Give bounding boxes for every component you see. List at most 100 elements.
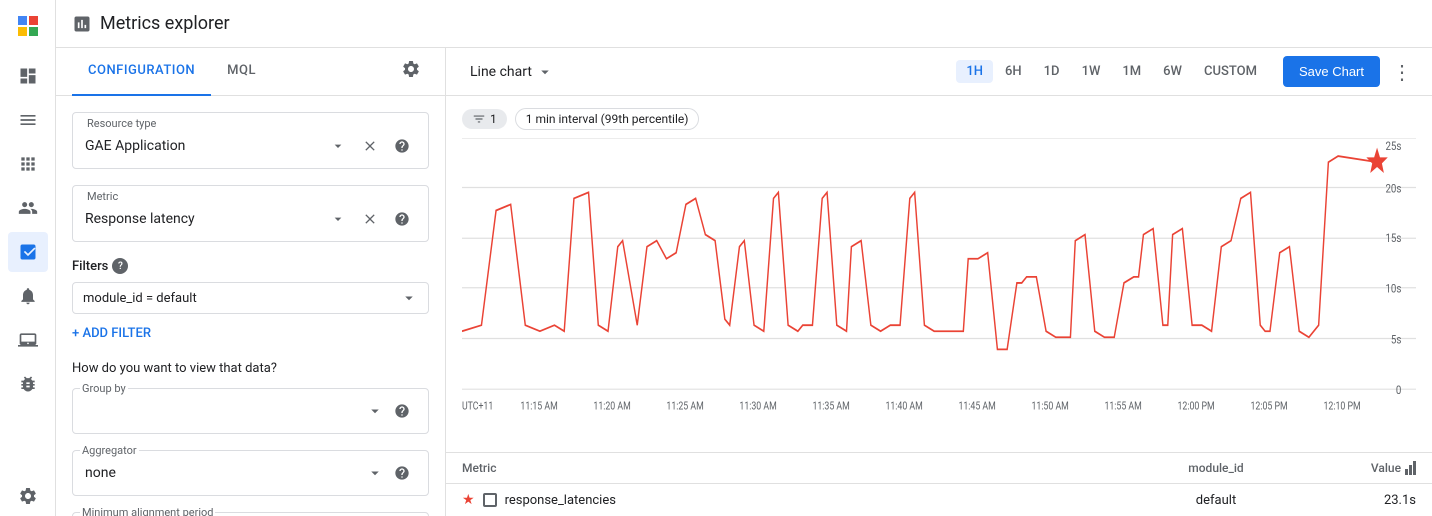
time-btn-1w[interactable]: 1W [1072,60,1111,83]
resource-type-field: Resource type GAE Application [72,112,429,169]
row-star-icon: ★ [462,492,475,508]
legend-row: ★ response_latencies default 23.1s [446,484,1432,516]
svg-text:25s: 25s [1385,139,1401,153]
filter-chevron-icon [400,289,418,307]
metric-row: Response latency [85,205,416,233]
main-content: Metrics explorer CONFIGURATION MQL Resou… [56,0,1432,516]
aggregator-select[interactable]: Aggregator none [72,450,429,496]
tab-configuration[interactable]: CONFIGURATION [72,48,211,96]
sidebar-monitor-icon[interactable] [8,320,48,360]
metric-field: Metric Response latency [72,185,429,242]
topbar-icon [72,14,92,34]
alignment-label: Minimum alignment period [80,506,215,516]
svg-text:10s: 10s [1385,282,1401,296]
svg-text:0: 0 [1396,383,1401,397]
legend-col-metric: Metric [462,461,1116,475]
time-btn-1m[interactable]: 1M [1112,60,1151,83]
time-btn-custom[interactable]: CUSTOM [1194,60,1267,83]
legend-metric-header: Metric [462,461,1116,475]
metric-clear-icon[interactable] [356,205,384,233]
resource-type-clear-icon[interactable] [356,132,384,160]
topbar: Metrics explorer [56,0,1432,48]
aggregator-label: Aggregator [80,444,139,457]
form-section: Resource type GAE Application [56,96,445,516]
svg-text:11:50 AM: 11:50 AM [1031,401,1068,413]
app-logo [10,8,46,44]
filters-help-icon[interactable]: ? [112,258,128,274]
sidebar-people-icon[interactable] [8,188,48,228]
svg-text:11:40 AM: 11:40 AM [885,401,922,413]
sidebar-dashboard-icon[interactable] [8,56,48,96]
settings-gear-icon[interactable] [393,51,429,92]
resource-type-help-icon[interactable] [388,132,416,160]
metric-help-icon[interactable] [388,205,416,233]
tab-mql[interactable]: MQL [211,48,272,96]
resource-type-label: Resource type [85,117,416,130]
svg-text:11:20 AM: 11:20 AM [593,401,630,413]
svg-text:UTC+11: UTC+11 [462,401,493,413]
svg-text:11:25 AM: 11:25 AM [666,401,703,413]
content-area: CONFIGURATION MQL Resource type GAE Appl… [56,48,1432,516]
filters-header: Filters ? [72,258,429,274]
more-options-button[interactable]: ⋮ [1388,56,1416,88]
view-data-title: How do you want to view that data? [72,361,429,376]
chart-container: 0 5s 10s 15s 20s 25s UTC+11 11:15 AM [462,138,1416,452]
tabs-bar: CONFIGURATION MQL [56,48,445,96]
aggregator-wrapper: Aggregator none [72,450,429,496]
svg-text:11:15 AM: 11:15 AM [520,401,557,413]
alignment-select[interactable]: Minimum alignment period 1 minute [72,512,429,516]
resource-type-value: GAE Application [85,134,320,158]
interval-badge: 1 min interval (99th percentile) [515,108,700,130]
row-metric-name: response_latencies [505,493,616,508]
bars-sort-icon[interactable] [1405,461,1416,475]
svg-text:11:45 AM: 11:45 AM [958,401,995,413]
resource-type-row: GAE Application [85,132,416,160]
chart-type-label: Line chart [470,64,532,80]
time-btn-1h[interactable]: 1H [956,60,993,83]
chart-toolbar: Line chart 1H 6H 1D 1W 1M 6W CUSTOM Save… [446,48,1432,96]
page-title: Metrics explorer [100,13,230,34]
svg-text:20s: 20s [1385,181,1401,195]
chart-filter-badges: 1 1 min interval (99th percentile) [462,108,1416,130]
filter-count-badge[interactable]: 1 [462,109,507,129]
group-by-select[interactable]: Group by [72,388,429,434]
legend-col-module: module_id [1116,461,1316,475]
resource-type-dropdown-icon[interactable] [324,132,352,160]
legend-metric-cell: ★ response_latencies [462,492,1116,508]
sidebar-debug-icon[interactable] [8,364,48,404]
sidebar-chart-icon[interactable] [8,232,48,272]
sidebar-settings-icon[interactable] [8,476,48,516]
right-panel: Line chart 1H 6H 1D 1W 1M 6W CUSTOM Save… [446,48,1432,516]
time-btn-1d[interactable]: 1D [1034,60,1070,83]
filter-count: 1 [490,112,497,126]
svg-text:11:35 AM: 11:35 AM [812,401,849,413]
filter-chip[interactable]: module_id = default [72,282,429,314]
legend-module-cell: default [1116,493,1316,508]
time-btn-6h[interactable]: 6H [995,60,1032,83]
chart-legend: Metric module_id Value ★ [446,452,1432,516]
save-chart-button[interactable]: Save Chart [1283,56,1380,87]
alignment-wrapper: Minimum alignment period 1 minute [72,512,429,516]
group-by-help-icon[interactable] [388,397,416,425]
add-filter-button[interactable]: + ADD FILTER [72,322,429,345]
group-by-label: Group by [80,382,128,395]
sidebar-list-icon[interactable] [8,100,48,140]
legend-header: Metric module_id Value [446,453,1432,484]
sidebar-grid-icon[interactable] [8,144,48,184]
legend-value-cell: 23.1s [1316,493,1416,508]
filter-icon [472,112,486,126]
svg-text:11:30 AM: 11:30 AM [739,401,776,413]
svg-text:12:10 PM: 12:10 PM [1324,401,1361,413]
time-btn-6w[interactable]: 6W [1153,60,1192,83]
metric-value: Response latency [85,207,320,231]
metric-dropdown-icon[interactable] [324,205,352,233]
svg-text:12:05 PM: 12:05 PM [1251,401,1288,413]
chart-type-button[interactable]: Line chart [462,57,562,87]
legend-col-value: Value [1316,461,1416,475]
row-checkbox[interactable] [483,493,497,507]
line-chart-svg: 0 5s 10s 15s 20s 25s UTC+11 11:15 AM [462,138,1416,452]
sidebar-bell-icon[interactable] [8,276,48,316]
group-by-wrapper: Group by [72,388,429,434]
aggregator-help-icon[interactable] [388,459,416,487]
resource-type-actions [324,132,416,160]
